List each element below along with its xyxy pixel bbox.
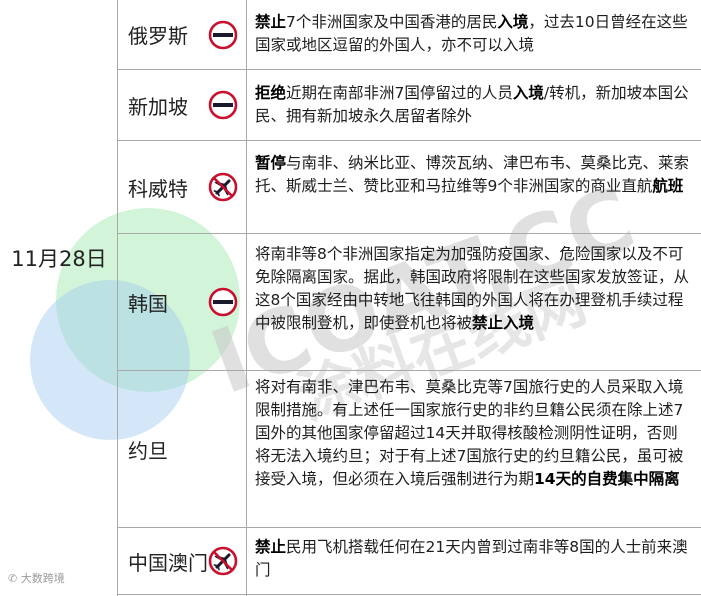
table-row: 约旦 将对有南非、津巴布韦、莫桑比克等7国旅行史的人员采取入境限制措施。有上述任… bbox=[118, 371, 701, 527]
country-name: 韩国 bbox=[128, 291, 168, 316]
restriction-text: 禁止民用飞机搭载任何在21天内曾到过南非等8国的人士前来澳门 bbox=[255, 538, 688, 579]
restriction-text: 将南非等8个非洲国家指定为加强防疫国家、危险国家以及不可免除隔离国家。据此，韩国… bbox=[255, 245, 690, 332]
country-name: 约旦 bbox=[128, 438, 168, 463]
weibo-icon: ✆ bbox=[8, 572, 21, 585]
table-row: 中国澳门 禁止民用飞机搭载任何在21天内曾到过南非等8国的人士前来澳门 bbox=[118, 528, 701, 594]
table-row: 科威特 暂停与南非、纳米比亚、博茨瓦纳、津巴布韦、莫桑比克、莱索托、斯威士兰、赞… bbox=[118, 141, 701, 233]
restriction-text: 将对有南非、津巴布韦、莫桑比克等7国旅行史的人员采取入境限制措施。有上述任一国家… bbox=[255, 378, 684, 488]
footer-credit: ✆ 大数跨境 bbox=[8, 570, 65, 586]
restriction-text: 暂停与南非、纳米比亚、博茨瓦纳、津巴布韦、莫桑比克、莱索托、斯威士兰、赞比亚和马… bbox=[255, 154, 690, 195]
no-flights-icon bbox=[208, 172, 238, 202]
table-row: 俄罗斯 禁止7个非洲国家及中国香港的居民入境，过去10日曾经在这些国家或地区逗留… bbox=[118, 0, 701, 69]
date-cell: 11月28日 bbox=[11, 247, 107, 271]
no-entry-icon bbox=[208, 287, 238, 317]
restrictions-table: ICOAT.CC 涂料在线网 11月28日 俄罗斯 禁止7个非洲国家及中国香港的… bbox=[0, 0, 701, 596]
restriction-text: 拒绝近期在南部非洲7国停留过的人员入境/转机，新加坡本国公民、拥有新加坡永久居留… bbox=[255, 84, 689, 125]
no-entry-icon bbox=[208, 90, 238, 120]
restriction-text: 禁止7个非洲国家及中国香港的居民入境，过去10日曾经在这些国家或地区逗留的外国人… bbox=[255, 13, 688, 54]
table-row: 新加坡 拒绝近期在南部非洲7国停留过的人员入境/转机，新加坡本国公民、拥有新加坡… bbox=[118, 70, 701, 140]
no-flights-icon bbox=[208, 546, 238, 576]
country-name: 中国澳门 bbox=[128, 550, 208, 575]
no-entry-icon bbox=[208, 20, 238, 50]
country-name: 科威特 bbox=[128, 176, 188, 201]
table-row: 韩国 将南非等8个非洲国家指定为加强防疫国家、危险国家以及不可免除隔离国家。据此… bbox=[118, 234, 701, 370]
country-name: 俄罗斯 bbox=[128, 24, 188, 48]
country-name: 新加坡 bbox=[128, 94, 188, 119]
footer-text: 大数跨境 bbox=[20, 572, 65, 585]
